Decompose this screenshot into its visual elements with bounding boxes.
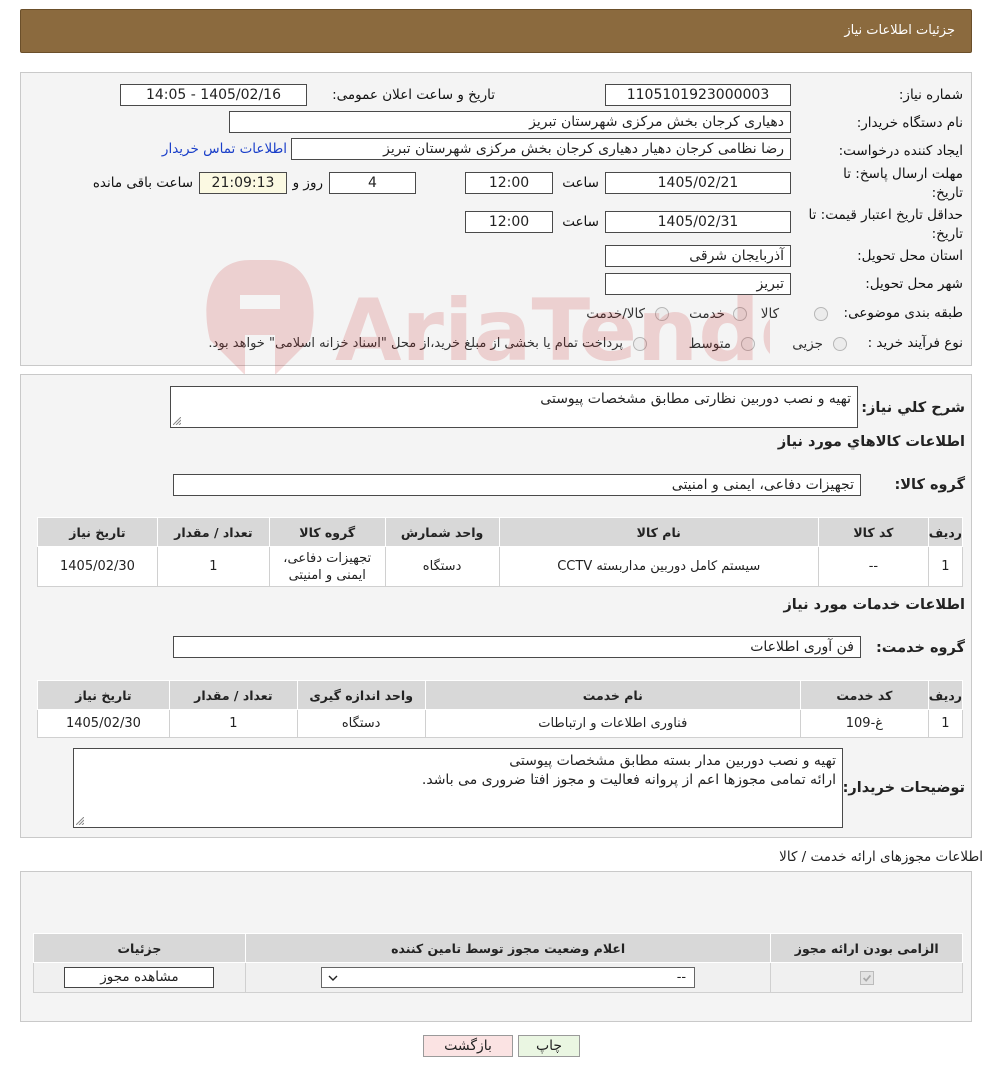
permits-table: الزامی بودن ارائه مجوز اعلام وضعیت مجوز …	[33, 933, 963, 993]
print-button[interactable]: چاپ	[518, 1035, 580, 1057]
goods-table: رديف کد کالا نام کالا واحد شمارش گروه کا…	[37, 517, 964, 587]
remaining-label: ساعت باقی مانده	[92, 175, 193, 191]
need-number-field: 1105101923000003	[605, 84, 791, 106]
city-label: شهر محل تحویل:	[865, 276, 963, 292]
page-header: جزئیات اطلاعات نیاز	[20, 9, 972, 53]
deadline-time-field: 12:00	[465, 172, 553, 194]
process-radio-medium[interactable]	[741, 337, 755, 351]
buyer-notes-label: توضیحات خریدار:	[842, 780, 965, 796]
required-permit-checkbox[interactable]	[859, 970, 874, 985]
process-option-minor: جزیی	[792, 336, 823, 352]
services-table: رديف کد خدمت نام خدمت واحد اندازه گيری ت…	[37, 680, 964, 738]
buyer-label: نام دستگاه خریدار:	[856, 115, 963, 131]
creator-field: رضا نظامی کرجان دهیار دهیاری کرجان بخش م…	[291, 138, 791, 160]
buyer-contact-link[interactable]: اطلاعات تماس خریدار	[162, 141, 287, 157]
summary-textarea[interactable]: تهیه و نصب دوربین نظارتی مطابق مشخصات پی…	[170, 386, 858, 428]
validity-date-field: 1405/02/31	[605, 211, 791, 233]
province-label: استان محل تحویل:	[857, 248, 963, 264]
province-field: آذربایجان شرقی	[605, 245, 791, 267]
goods-group-label: گروه کالا:	[894, 477, 965, 493]
announce-label: تاریخ و ساعت اعلان عمومی:	[332, 87, 495, 103]
category-label: طبقه بندی موضوعی:	[843, 305, 963, 321]
page-title: جزئیات اطلاعات نیاز	[844, 23, 955, 38]
validity-time-field: 12:00	[465, 211, 553, 233]
process-checkbox-treasury[interactable]	[633, 337, 647, 351]
services-section-title: اطلاعات خدمات مورد نياز	[783, 597, 965, 613]
need-number-label: شماره نیاز:	[898, 87, 963, 103]
deadline-time-label: ساعت	[562, 175, 599, 191]
validity-label: حداقل تاریخ اعتبار قیمت: تا تاریخ:	[808, 207, 963, 242]
table-row: -- مشاهده مجوز	[33, 962, 963, 993]
permits-section-title: اطلاعات مجوزهای ارائه خدمت / کالا	[779, 849, 983, 865]
days-field: 4	[329, 172, 416, 194]
announce-field: 1405/02/16 - 14:05	[120, 84, 307, 106]
goods-section-title: اطلاعات کالاهاي مورد نياز	[777, 434, 965, 450]
service-group-label: گروه خدمت:	[875, 640, 965, 656]
chevron-down-icon	[328, 975, 338, 981]
goods-group-field: تجهیزات دفاعی، ایمنی و امنیتی	[173, 474, 861, 496]
goods-table-header: رديف کد کالا نام کالا واحد شمارش گروه کا…	[37, 517, 964, 547]
view-permit-button[interactable]: مشاهده مجوز	[64, 967, 215, 988]
resize-grip-icon	[76, 817, 84, 825]
table-row: 1 -- سیستم کامل دوربین مداربسته CCTV دست…	[37, 546, 964, 587]
category-option-goods: کالا	[760, 306, 779, 322]
services-table-header: رديف کد خدمت نام خدمت واحد اندازه گيری ت…	[37, 680, 964, 710]
permits-table-header: الزامی بودن ارائه مجوز اعلام وضعیت مجوز …	[33, 933, 963, 963]
category-option-service: خدمت	[689, 306, 725, 322]
process-label: نوع فرآیند خرید :	[867, 335, 963, 351]
deadline-date-field: 1405/02/21	[605, 172, 791, 194]
info-panel: شماره نیاز: 1105101923000003 تاریخ و ساع…	[20, 72, 972, 366]
process-note: پرداخت تمام یا بخشی از مبلغ خرید،از محل …	[208, 336, 623, 351]
category-radio-service[interactable]	[733, 307, 747, 321]
days-label: روز و	[292, 175, 323, 191]
service-group-field: فن آوری اطلاعات	[173, 636, 861, 658]
buyer-field: دهیاری کرجان بخش مرکزی شهرستان تبریز	[229, 111, 791, 133]
buyer-notes-textarea[interactable]: تهیه و نصب دوربین مدار بسته مطابق مشخصات…	[73, 748, 843, 828]
permits-panel: الزامی بودن ارائه مجوز اعلام وضعیت مجوز …	[20, 871, 972, 1022]
summary-label: شرح کلي نياز:	[861, 400, 965, 416]
deadline-label: مهلت ارسال پاسخ: تا تاریخ:	[843, 166, 963, 201]
details-panel: شرح کلي نياز: تهیه و نصب دوربین نظارتی م…	[20, 374, 972, 838]
process-radio-minor[interactable]	[833, 337, 847, 351]
resize-grip-icon	[173, 417, 181, 425]
check-icon	[862, 974, 871, 982]
back-button[interactable]: بازگشت	[423, 1035, 513, 1057]
table-row: 1 غ-109 فناوری اطلاعات و ارتباطات دستگاه…	[37, 709, 964, 738]
category-radio-goods-service[interactable]	[655, 307, 669, 321]
permit-status-select[interactable]: --	[321, 967, 696, 988]
validity-time-label: ساعت	[562, 214, 599, 230]
category-option-goods-service: کالا/خدمت	[586, 306, 645, 322]
category-radio-goods[interactable]	[814, 307, 828, 321]
process-option-medium: متوسط	[688, 336, 731, 352]
remaining-time-field: 21:09:13	[199, 172, 287, 194]
city-field: تبریز	[605, 273, 791, 295]
creator-label: ایجاد کننده درخواست:	[838, 143, 963, 159]
